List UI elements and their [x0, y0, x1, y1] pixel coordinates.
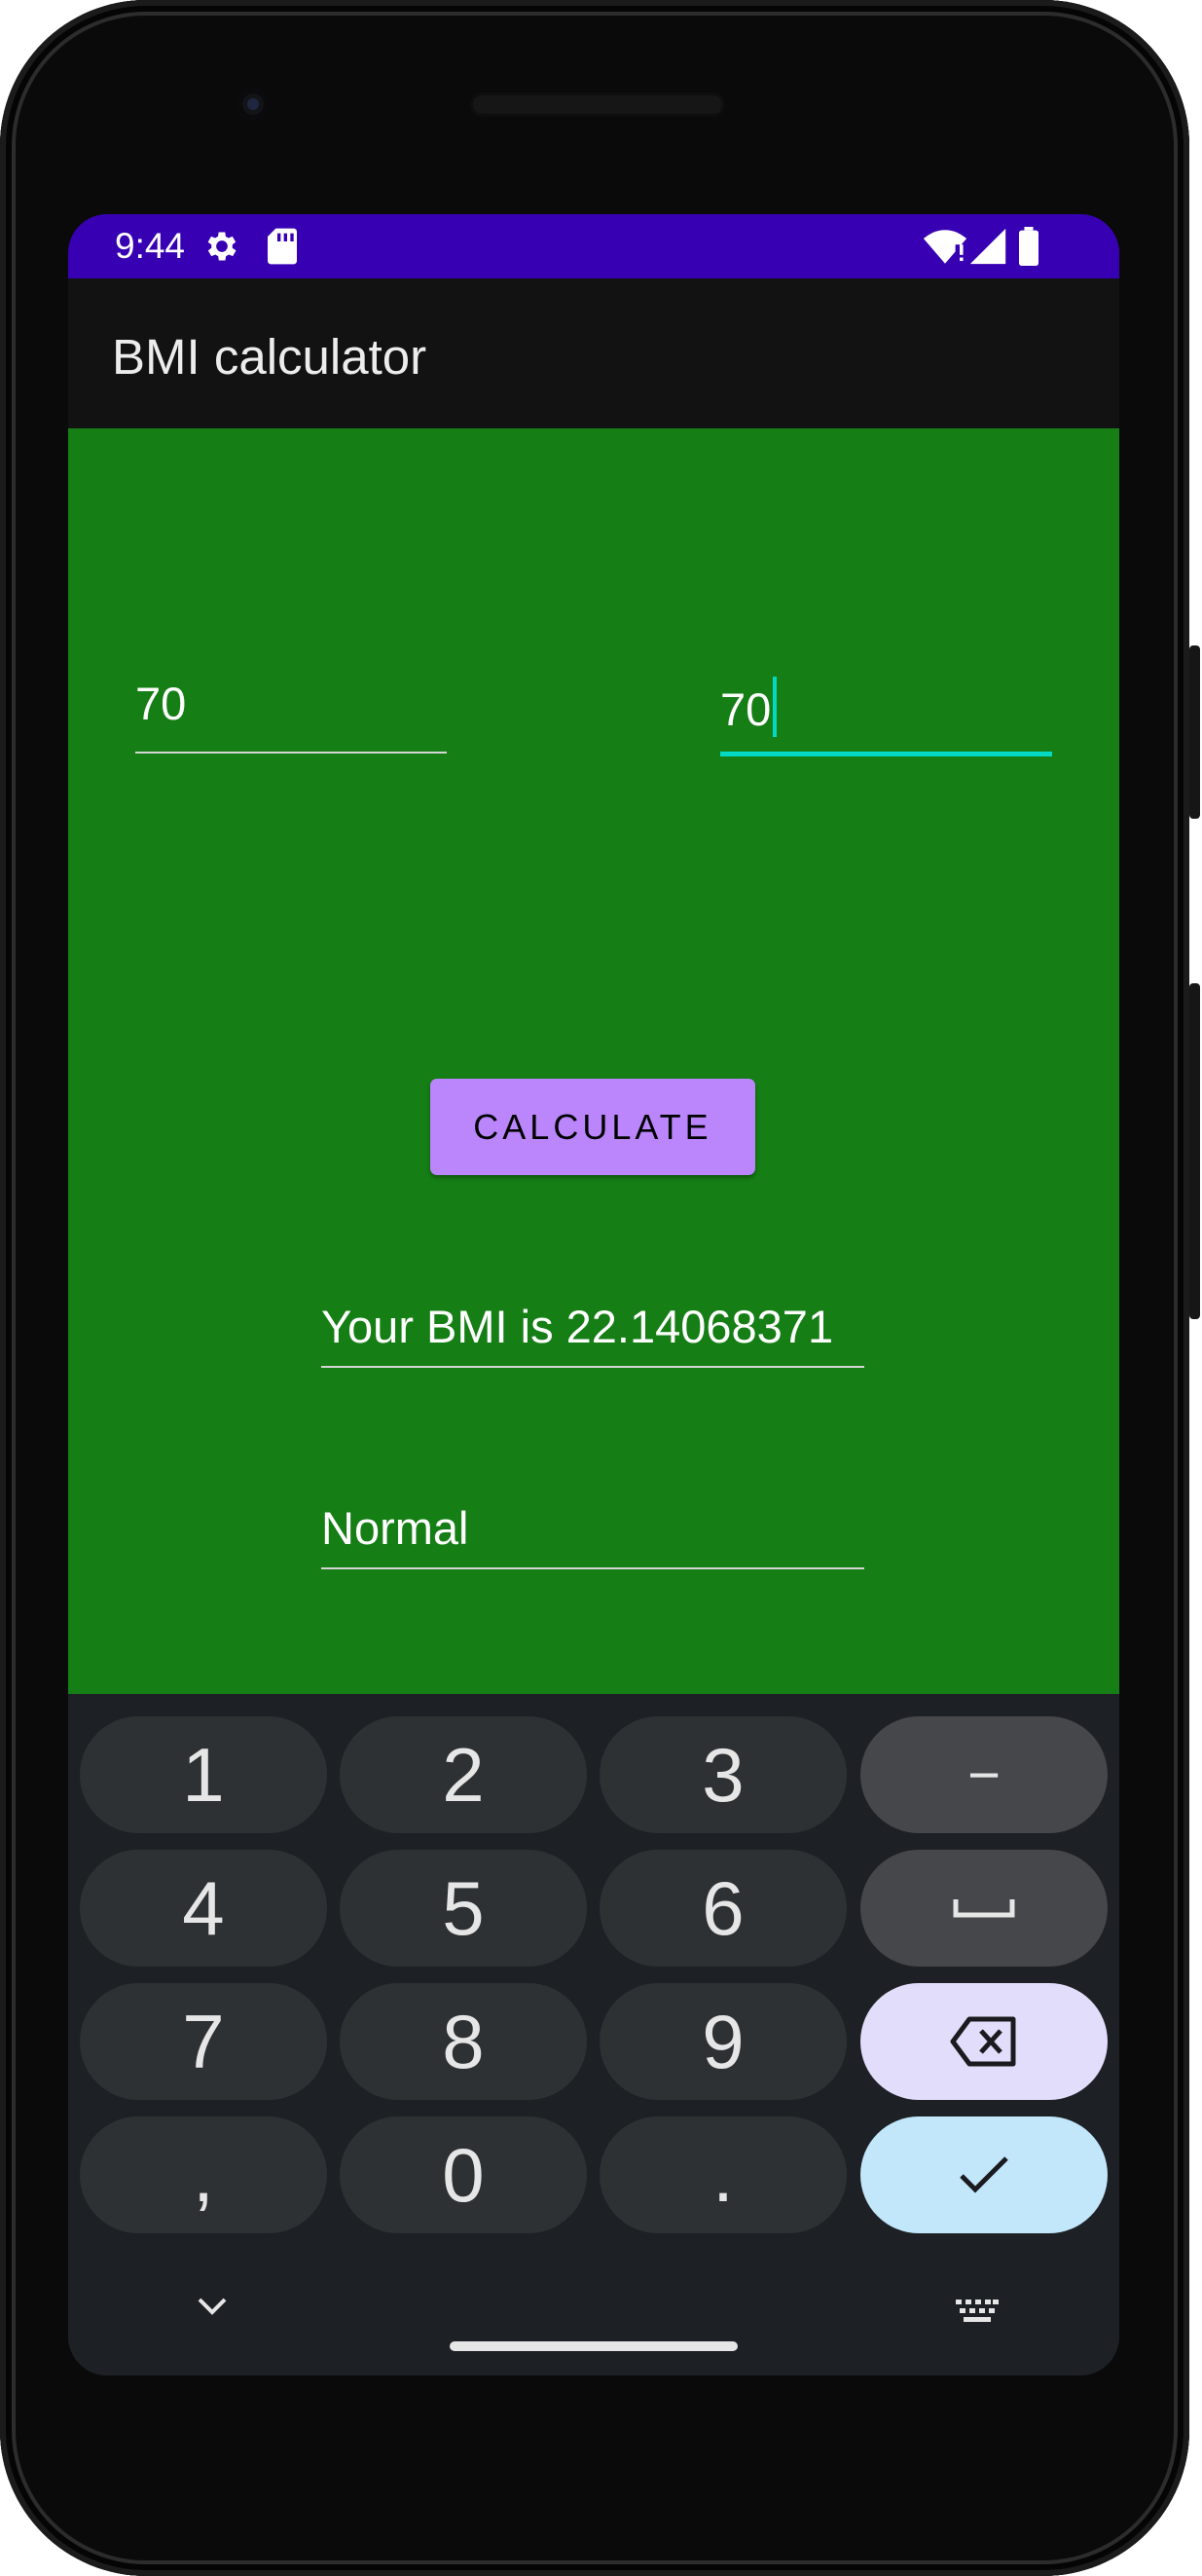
weight-input[interactable]: 70 — [720, 677, 1052, 756]
earpiece-speaker — [470, 92, 725, 117]
power-button — [1189, 983, 1200, 1319]
key-space[interactable] — [860, 1850, 1108, 1967]
battery-icon — [1019, 227, 1038, 266]
key-2[interactable]: 2 — [340, 1716, 587, 1833]
settings-gear-icon — [207, 232, 237, 261]
home-gesture-bar[interactable] — [450, 2341, 738, 2351]
status-bar: 9:44 — [68, 214, 1119, 278]
key-7[interactable]: 7 — [80, 1983, 327, 2100]
key-comma[interactable]: , — [80, 2116, 327, 2233]
bmi-category-field: Normal — [321, 1501, 864, 1569]
signal-icon — [969, 228, 1006, 265]
space-bar-icon — [953, 1899, 1015, 1918]
content-area: 70 70 CALCULATE Your BMI is 22.14068371 … — [68, 428, 1119, 1694]
key-1[interactable]: 1 — [80, 1716, 327, 1833]
backspace-icon — [950, 2016, 1016, 2067]
key-4[interactable]: 4 — [80, 1850, 327, 1967]
text-cursor — [773, 677, 778, 737]
key-minus[interactable]: − — [860, 1716, 1108, 1833]
key-done[interactable] — [860, 2116, 1108, 2233]
app-title: BMI calculator — [112, 329, 427, 385]
bmi-result-field: Your BMI is 22.14068371 — [321, 1300, 864, 1368]
bmi-category-text: Normal — [321, 1502, 469, 1554]
screen: 9:44 BMI calculator 70 70 CALCULATE Your… — [68, 214, 1119, 2375]
bmi-result-text: Your BMI is 22.14068371 — [321, 1301, 834, 1352]
key-5[interactable]: 5 — [340, 1850, 587, 1967]
app-bar: BMI calculator — [68, 278, 1119, 428]
key-backspace[interactable] — [860, 1983, 1108, 2100]
front-camera — [237, 88, 270, 121]
phone-frame: 9:44 BMI calculator 70 70 CALCULATE Your… — [0, 0, 1200, 2576]
sd-card-icon — [268, 228, 297, 265]
weight-input-value: 70 — [720, 683, 772, 735]
calculate-button[interactable]: CALCULATE — [430, 1079, 755, 1175]
volume-button — [1189, 645, 1200, 819]
checkmark-icon — [960, 2156, 1008, 2193]
key-6[interactable]: 6 — [600, 1850, 847, 1967]
wifi-icon — [923, 230, 967, 264]
key-period[interactable]: . — [600, 2116, 847, 2233]
status-time: 9:44 — [115, 226, 186, 266]
numeric-keyboard: 1 2 3 − 4 5 6 7 8 9 , 0 . — [68, 1694, 1119, 2375]
key-0[interactable]: 0 — [340, 2116, 587, 2233]
key-9[interactable]: 9 — [600, 1983, 847, 2100]
keyboard-icon[interactable] — [956, 2300, 999, 2325]
key-8[interactable]: 8 — [340, 1983, 587, 2100]
height-input[interactable]: 70 — [135, 677, 447, 754]
key-3[interactable]: 3 — [600, 1716, 847, 1833]
chevron-down-icon[interactable] — [197, 2296, 228, 2317]
height-input-value: 70 — [135, 678, 187, 729]
